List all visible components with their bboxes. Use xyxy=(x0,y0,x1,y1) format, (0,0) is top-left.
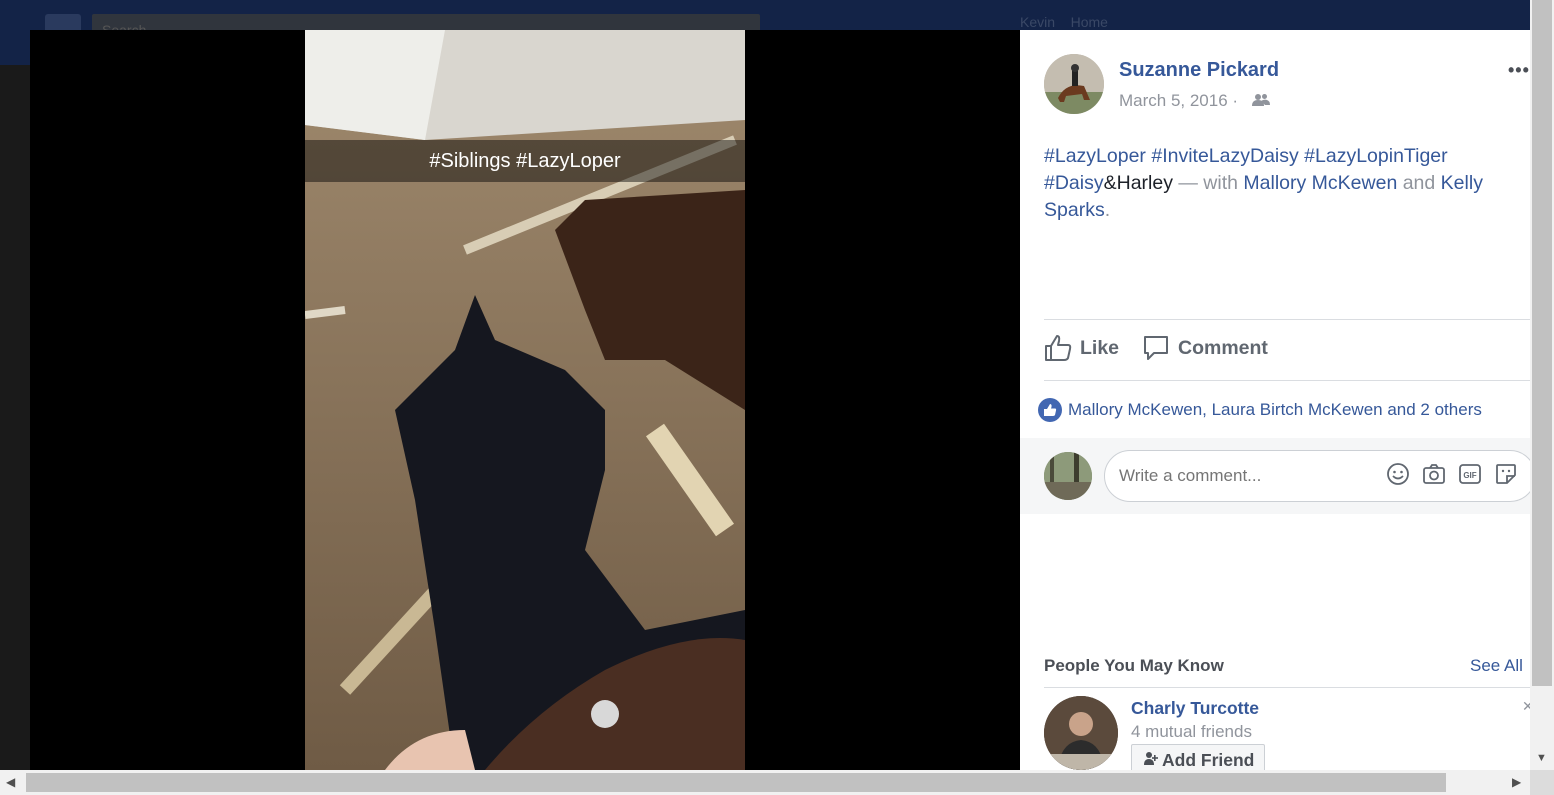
like-label: Like xyxy=(1080,336,1120,359)
add-friend-icon xyxy=(1144,752,1158,765)
thumbs-up-icon xyxy=(1045,335,1072,361)
scroll-left-arrow-icon[interactable]: ◀ xyxy=(6,775,15,789)
horizontal-scrollbar[interactable]: ◀ ▶ xyxy=(0,770,1530,795)
friends-icon xyxy=(1252,94,1270,106)
emoji-icon[interactable] xyxy=(1386,462,1410,486)
scroll-right-arrow-icon[interactable]: ▶ xyxy=(1512,775,1521,789)
reactions-text[interactable]: Mallory McKewen, Laura Birtch McKewen an… xyxy=(1068,400,1482,420)
pymk-title: People You May Know xyxy=(1044,656,1224,675)
comment-label: Comment xyxy=(1178,336,1268,359)
end-text: . xyxy=(1104,199,1111,221)
camera-icon[interactable] xyxy=(1422,462,1446,486)
add-friend-button[interactable]: Add Friend xyxy=(1131,744,1266,770)
and-text: and xyxy=(1397,172,1441,194)
current-user-avatar xyxy=(1044,452,1092,500)
vertical-scroll-thumb[interactable] xyxy=(1532,0,1552,686)
scrollbar-corner xyxy=(1530,770,1554,795)
mutual-friends-count[interactable]: 4 mutual friends xyxy=(1131,722,1252,742)
tagged-friend-link[interactable]: Mallory McKewen xyxy=(1243,172,1397,194)
photo-theater[interactable]: #Siblings #LazyLoper xyxy=(30,30,1020,770)
gif-icon[interactable]: GIF xyxy=(1458,462,1482,486)
hashtag-link[interactable]: #Daisy xyxy=(1044,172,1104,194)
comment-icon xyxy=(1144,336,1168,360)
post-text-plain: &Harley xyxy=(1103,172,1173,194)
background-user-nav: Kevin Home xyxy=(1020,14,1108,30)
dismiss-suggestion-icon[interactable]: ✕ xyxy=(1522,698,1530,715)
like-button[interactable]: Like xyxy=(1044,334,1119,362)
svg-text:GIF: GIF xyxy=(1463,471,1476,480)
photo-caption: #Siblings #LazyLoper xyxy=(305,140,745,182)
hashtag-link[interactable]: #InviteLazyDaisy xyxy=(1151,145,1298,167)
hashtag-link[interactable]: #LazyLoper xyxy=(1044,145,1146,167)
divider xyxy=(1044,319,1530,320)
vertical-scrollbar[interactable]: ▼ xyxy=(1530,0,1554,770)
divider xyxy=(1044,380,1530,381)
divider xyxy=(1044,687,1530,688)
scroll-down-arrow-icon[interactable]: ▼ xyxy=(1536,752,1547,764)
more-options-button[interactable]: ••• xyxy=(1508,60,1530,81)
comment-tools: GIF xyxy=(1386,462,1518,486)
post-details-panel: Suzanne Pickard March 5, 2016 · ••• #Laz… xyxy=(1020,30,1530,770)
with-text: — with xyxy=(1172,172,1244,194)
post-message: #LazyLoper #InviteLazyDaisy #LazyLopinTi… xyxy=(1044,143,1524,224)
post-date-link[interactable]: March 5, 2016 · xyxy=(1119,91,1238,111)
suggested-friend-name[interactable]: Charly Turcotte xyxy=(1131,698,1259,719)
author-name-link[interactable]: Suzanne Pickard xyxy=(1119,59,1279,82)
hashtag-link[interactable]: #LazyLopinTiger xyxy=(1304,145,1447,167)
reactions-summary[interactable]: Mallory McKewen, Laura Birtch McKewen an… xyxy=(1038,398,1482,422)
add-friend-label: Add Friend xyxy=(1162,750,1255,770)
horizontal-scroll-thumb[interactable] xyxy=(26,773,1446,792)
like-reaction-icon xyxy=(1038,398,1062,422)
comment-button[interactable]: Comment xyxy=(1142,334,1268,362)
post-photo[interactable]: #Siblings #LazyLoper xyxy=(305,30,745,770)
author-avatar[interactable] xyxy=(1044,54,1104,114)
sticker-icon[interactable] xyxy=(1494,462,1518,486)
see-all-link[interactable]: See All xyxy=(1470,656,1523,676)
comment-composer: GIF xyxy=(1020,438,1530,514)
suggested-friend-avatar[interactable] xyxy=(1044,696,1118,770)
